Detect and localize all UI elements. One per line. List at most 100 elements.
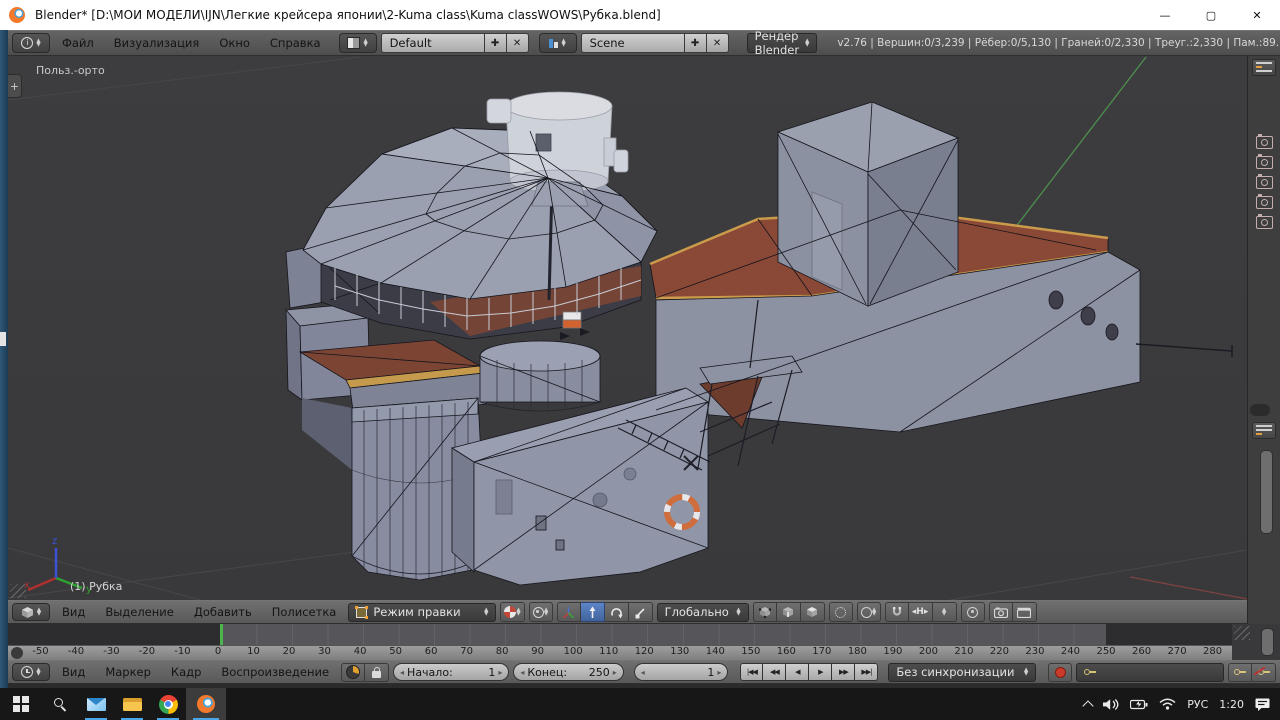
- scale-icon: [634, 606, 647, 619]
- manipulate-center-points-button[interactable]: [961, 602, 985, 622]
- manipulator-toggle-button[interactable]: [557, 602, 581, 622]
- menu-frame[interactable]: Кадр: [163, 660, 209, 684]
- taskbar-blender-app[interactable]: [186, 688, 226, 720]
- editor-type-button-outliner[interactable]: [1252, 59, 1276, 76]
- proportional-edit-dropdown[interactable]: ▲▼: [857, 602, 881, 622]
- start-frame-field[interactable]: ◂ Начало: 1 ▸: [393, 663, 509, 681]
- menu-mesh[interactable]: Полисетка: [264, 600, 345, 624]
- translate-manipulator-button[interactable]: [581, 602, 605, 622]
- scale-manipulator-button[interactable]: [629, 602, 653, 622]
- keying-set-field[interactable]: [1076, 663, 1224, 682]
- decrement-arrow-icon[interactable]: ◂: [400, 668, 404, 677]
- face-select-button[interactable]: [801, 602, 825, 622]
- close-button[interactable]: ✕: [1234, 0, 1280, 30]
- delete-scene-button[interactable]: ✕: [707, 33, 729, 53]
- taskbar-explorer-app[interactable]: [114, 688, 150, 720]
- area-resize-corner[interactable]: [10, 584, 26, 598]
- taskbar-chrome-app[interactable]: [150, 688, 186, 720]
- language-indicator[interactable]: РУС: [1187, 698, 1208, 711]
- jump-to-end-button[interactable]: ▶▶|: [855, 663, 878, 681]
- menu-playback[interactable]: Воспроизведение: [213, 660, 337, 684]
- limit-selection-visible-button[interactable]: [829, 602, 853, 622]
- decrement-arrow-icon[interactable]: ◂: [520, 668, 524, 677]
- 3d-viewport[interactable]: x y z Польз.-орто (1) Рубка +: [8, 56, 1247, 600]
- increment-arrow-icon[interactable]: ▸: [613, 668, 617, 677]
- wifi-icon[interactable]: [1159, 698, 1176, 710]
- camera-restrict-icon[interactable]: [1256, 196, 1273, 209]
- snap-element-button[interactable]: ◂H▸: [909, 602, 933, 622]
- start-button[interactable]: [0, 688, 42, 720]
- jump-to-start-button[interactable]: |◀◀: [740, 663, 763, 681]
- timeline-ruler[interactable]: -50-40-30-20-100102030405060708090100110…: [8, 624, 1232, 660]
- menu-add[interactable]: Добавить: [186, 600, 260, 624]
- decrement-arrow-icon[interactable]: ◂: [641, 668, 645, 677]
- screen-layout-browse-button[interactable]: ▲▼: [339, 33, 377, 53]
- window-titlebar[interactable]: Blender* [D:\МОИ МОДЕЛИ\IJN\Легкие крейс…: [0, 0, 1280, 31]
- scene-browse-button[interactable]: ▲▼: [539, 33, 577, 53]
- delete-layout-button[interactable]: ✕: [507, 33, 529, 53]
- battery-icon[interactable]: [1130, 699, 1148, 710]
- opengl-render-animation-button[interactable]: [1013, 602, 1037, 622]
- lock-time-cursor-button[interactable]: [365, 663, 389, 682]
- opengl-render-image-button[interactable]: [989, 602, 1013, 622]
- speaker-icon[interactable]: [1103, 698, 1119, 711]
- camera-restrict-icon[interactable]: [1256, 136, 1273, 149]
- end-frame-field[interactable]: ◂ Конец: 250 ▸: [513, 663, 623, 681]
- play-reverse-button[interactable]: ◀: [786, 663, 809, 681]
- menu-render[interactable]: Визуализация: [106, 31, 208, 55]
- outliner-scrollbar[interactable]: [1250, 404, 1270, 416]
- increment-arrow-icon[interactable]: ▸: [717, 668, 721, 677]
- menu-marker[interactable]: Маркер: [97, 660, 159, 684]
- toolshelf-expand-tab[interactable]: +: [8, 74, 22, 98]
- increment-arrow-icon[interactable]: ▸: [498, 668, 502, 677]
- add-scene-button[interactable]: ✚: [685, 33, 707, 53]
- menu-help[interactable]: Справка: [262, 31, 329, 55]
- camera-restrict-icon[interactable]: [1256, 156, 1273, 169]
- viewport-shading-dropdown[interactable]: ▲▼: [500, 602, 524, 622]
- taskbar-mail-app[interactable]: [78, 688, 114, 720]
- show-seconds-button[interactable]: [341, 663, 365, 682]
- menu-select[interactable]: Выделение: [97, 600, 182, 624]
- render-engine-dropdown[interactable]: Рендер Blender ▲▼: [747, 33, 818, 53]
- menu-view[interactable]: Вид: [54, 600, 93, 624]
- right-column-scrollbar[interactable]: [1261, 628, 1274, 656]
- tray-expand-chevron-icon[interactable]: [1083, 700, 1094, 711]
- taskbar-search-button[interactable]: [42, 688, 78, 720]
- vertex-select-button[interactable]: [753, 602, 777, 622]
- editor-type-button-timeline[interactable]: ▲▼: [12, 663, 50, 681]
- next-keyframe-button[interactable]: ▶▶: [832, 663, 855, 681]
- delete-keyframe-button[interactable]: [1252, 663, 1276, 682]
- edge-select-button[interactable]: [777, 602, 801, 622]
- area-resize-corner[interactable]: [1234, 626, 1250, 640]
- add-layout-button[interactable]: ✚: [485, 33, 507, 53]
- camera-restrict-icon[interactable]: [1256, 216, 1273, 229]
- transform-orientation-dropdown[interactable]: Глобально ▲▼: [657, 603, 749, 622]
- current-frame-cursor[interactable]: [220, 624, 223, 645]
- screen-layout-field[interactable]: Default: [381, 33, 485, 53]
- editor-type-button-info[interactable]: i ▲▼: [12, 33, 50, 53]
- camera-restrict-icon[interactable]: [1256, 176, 1273, 189]
- menu-view[interactable]: Вид: [54, 660, 93, 684]
- audio-sync-dropdown[interactable]: Без синхронизации ▲▼: [888, 663, 1036, 682]
- editor-type-button-properties[interactable]: [1252, 422, 1276, 439]
- rotate-manipulator-button[interactable]: [605, 602, 629, 622]
- previous-keyframe-button[interactable]: ◀◀: [763, 663, 786, 681]
- properties-scrollbar[interactable]: [1260, 450, 1273, 534]
- clock-time[interactable]: 1:20: [1219, 698, 1244, 711]
- snap-target-dropdown[interactable]: ▲▼: [933, 602, 957, 622]
- play-button[interactable]: ▶: [809, 663, 832, 681]
- snap-toggle-button[interactable]: [885, 602, 909, 622]
- right-panel-column: [1247, 56, 1280, 624]
- maximize-button[interactable]: ▢: [1188, 0, 1234, 30]
- menu-file[interactable]: Файл: [54, 31, 102, 55]
- menu-window[interactable]: Окно: [211, 31, 258, 55]
- scene-field[interactable]: Scene: [581, 33, 685, 53]
- action-center-icon[interactable]: [1255, 698, 1270, 711]
- insert-keyframe-button[interactable]: [1228, 663, 1252, 682]
- current-frame-field[interactable]: ◂ 1 ▸: [634, 663, 729, 681]
- editor-type-button-3dview[interactable]: ▲▼: [12, 603, 50, 621]
- mode-dropdown[interactable]: Режим правки ▲▼: [348, 603, 496, 622]
- minimize-button[interactable]: —: [1142, 0, 1188, 30]
- auto-keyframe-button[interactable]: [1048, 663, 1072, 682]
- pivot-center-dropdown[interactable]: ▲▼: [529, 602, 553, 622]
